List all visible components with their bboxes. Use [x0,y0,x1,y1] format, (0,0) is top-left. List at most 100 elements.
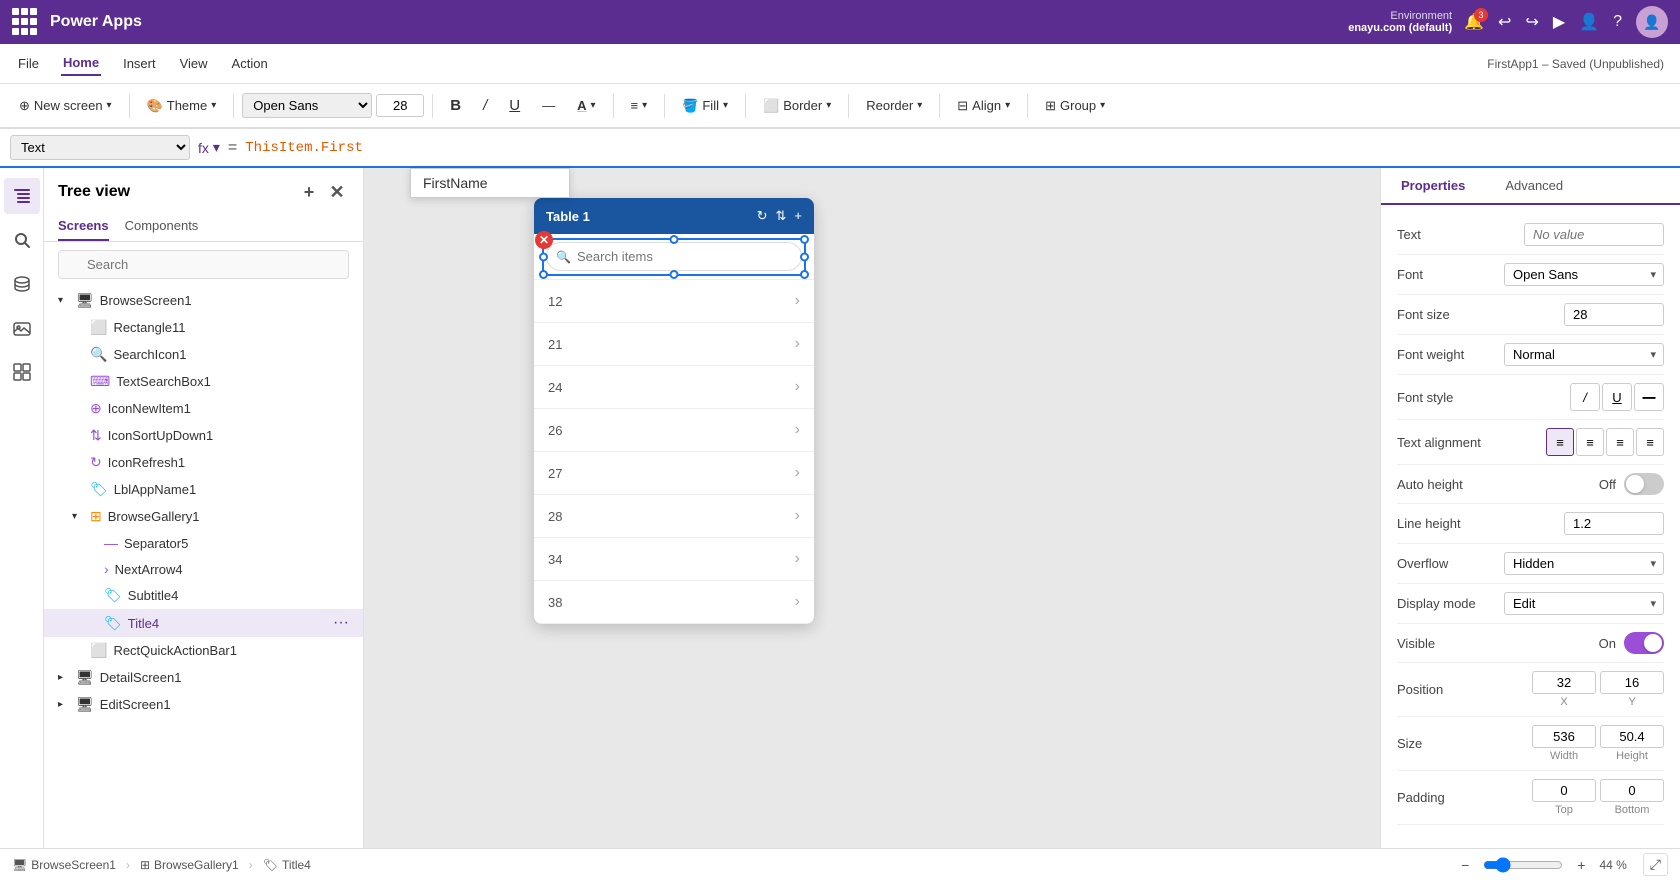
preview-icon[interactable]: ▶ [1553,12,1565,32]
treeview-icon[interactable] [4,178,40,214]
menu-insert[interactable]: Insert [121,52,158,75]
phone-sort-icon[interactable]: ⇅ [776,208,787,224]
position-y-input[interactable] [1600,671,1664,694]
prop-font-select[interactable]: Open Sans [1504,263,1664,286]
tab-screens[interactable]: Screens [58,212,109,241]
tree-item-iconnewitem1[interactable]: ⊕ IconNewItem1 [44,395,363,422]
zoom-slider[interactable] [1483,857,1563,873]
avatar[interactable]: 👤 [1636,6,1668,38]
list-item-38[interactable]: 38 › [534,581,814,624]
tab-components[interactable]: Components [125,212,199,241]
zoom-out-button[interactable]: − [1455,855,1475,875]
formula-fx-button[interactable]: fx ▾ [198,139,220,156]
menu-action[interactable]: Action [230,52,270,75]
treeview-search-input[interactable] [58,250,349,279]
tree-item-rectangle11[interactable]: ⬜ Rectangle11 [44,314,363,341]
help-icon[interactable]: ? [1613,13,1622,31]
new-screen-button[interactable]: ⊕ New screen ▾ [10,93,121,119]
media-icon[interactable] [4,310,40,346]
tree-item-searchicon1[interactable]: 🔍 SearchIcon1 [44,341,363,368]
bold-button[interactable]: B [441,92,470,119]
underline-button[interactable]: U [500,92,529,119]
prop-lineheight-input[interactable] [1564,512,1664,535]
italic-button[interactable]: / [474,92,496,119]
list-item-26[interactable]: 26 › [534,409,814,452]
expand-icon[interactable] [58,295,70,306]
font-select[interactable]: Open Sans [242,93,372,118]
tree-item-lblappname1[interactable]: 🏷 LblAppName1 [44,476,363,503]
title4-more-button[interactable]: ··· [333,614,349,632]
breadcrumb-browsescreen1[interactable]: 🖥 BrowseScreen1 [12,858,116,872]
list-item-24[interactable]: 24 › [534,366,814,409]
fontstyle-strike-btn[interactable]: — [1634,383,1664,411]
breadcrumb-title4[interactable]: 🏷 Title4 [263,858,311,872]
list-item-27[interactable]: 27 › [534,452,814,495]
list-item-28[interactable]: 28 › [534,495,814,538]
list-item-12[interactable]: 12 › [534,280,814,323]
breadcrumb-browsegallery1[interactable]: ⊞ BrowseGallery1 [140,858,239,872]
components-icon[interactable] [4,354,40,390]
tree-item-title4[interactable]: 🏷 Title4 ··· [44,609,363,637]
fontstyle-underline-btn[interactable]: U [1602,383,1632,411]
position-x-input[interactable] [1532,671,1596,694]
phone-add-icon[interactable]: + [794,208,802,224]
strikethrough-button[interactable]: — [533,93,564,118]
padding-bottom-input[interactable] [1600,779,1664,802]
treeview-close-button[interactable]: ✕ [325,180,349,204]
menu-view[interactable]: View [178,52,210,75]
tree-item-separator5[interactable]: — Separator5 [44,530,363,556]
tree-item-rectquickactionbar1[interactable]: ⬜ RectQuickActionBar1 [44,637,363,664]
redo-icon[interactable]: ↪ [1525,12,1538,32]
treeview-add-button[interactable]: + [297,180,321,204]
tree-item-textsearchbox1[interactable]: ⌨ TextSearchBox1 [44,368,363,395]
padding-top-input[interactable] [1532,779,1596,802]
size-width-input[interactable] [1532,725,1596,748]
tree-item-detailscreen1[interactable]: 🖥 DetailScreen1 [44,664,363,691]
font-size-input[interactable] [376,94,424,117]
size-height-input[interactable] [1600,725,1664,748]
undo-icon[interactable]: ↩ [1498,12,1511,32]
prop-fontsize-input[interactable] [1564,303,1664,326]
tree-item-iconrefresh1[interactable]: ↻ IconRefresh1 [44,449,363,476]
align-center-btn[interactable]: ≡ [1576,428,1604,456]
phone-refresh-icon[interactable]: ↻ [757,208,768,224]
tree-item-browsescreen1[interactable]: 🖥 BrowseScreen1 [44,287,363,314]
search-sidebar-icon[interactable] [4,222,40,258]
property-select[interactable]: Text [10,135,190,160]
reorder-button[interactable]: Reorder ▾ [857,93,931,118]
fill-button[interactable]: 🪣 Fill ▾ [673,93,737,119]
group-button[interactable]: ⊞ Group ▾ [1036,93,1114,119]
notifications-icon[interactable]: 🔔 3 [1464,12,1484,32]
visible-toggle[interactable] [1624,632,1664,654]
align-right-button[interactable]: ⊟ Align ▾ [948,93,1019,119]
zoom-in-button[interactable]: + [1571,855,1591,875]
autoheight-toggle[interactable] [1624,473,1664,495]
prop-displaymode-select[interactable]: Edit [1504,592,1664,615]
border-button[interactable]: ⬜ Border ▾ [754,93,840,119]
tree-item-browsegallery1[interactable]: ⊞ BrowseGallery1 [44,503,363,530]
font-color-button[interactable]: A ▾ [568,93,604,118]
tree-item-subtitle4[interactable]: 🏷 Subtitle4 [44,582,363,609]
data-icon[interactable] [4,266,40,302]
tab-advanced[interactable]: Advanced [1485,168,1583,203]
align-justify-btn[interactable]: ≡ [1636,428,1664,456]
tree-item-editscreen1[interactable]: 🖥 EditScreen1 [44,691,363,718]
formula-input[interactable] [245,140,1670,156]
menu-home[interactable]: Home [61,51,101,76]
theme-button[interactable]: 🎨 Theme ▾ [138,93,226,119]
prop-fontweight-select[interactable]: Normal [1504,343,1664,366]
menu-file[interactable]: File [16,52,41,75]
prop-text-input[interactable] [1524,223,1664,246]
waffle-icon[interactable] [12,8,40,36]
prop-overflow-select[interactable]: Hidden [1504,552,1664,575]
tab-properties[interactable]: Properties [1381,168,1485,205]
fontstyle-italic-btn[interactable]: / [1570,383,1600,411]
align-right-btn[interactable]: ≡ [1606,428,1634,456]
fit-button[interactable]: ⤢ [1643,853,1668,876]
tree-item-nextarrow4[interactable]: › NextArrow4 [44,556,363,582]
list-item-21[interactable]: 21 › [534,323,814,366]
formula-autocomplete[interactable]: FirstName [410,168,570,198]
user-icon[interactable]: 👤 [1579,12,1599,32]
align-button[interactable]: ≡ ▾ [622,93,657,118]
phone-search-input[interactable] [546,242,802,271]
